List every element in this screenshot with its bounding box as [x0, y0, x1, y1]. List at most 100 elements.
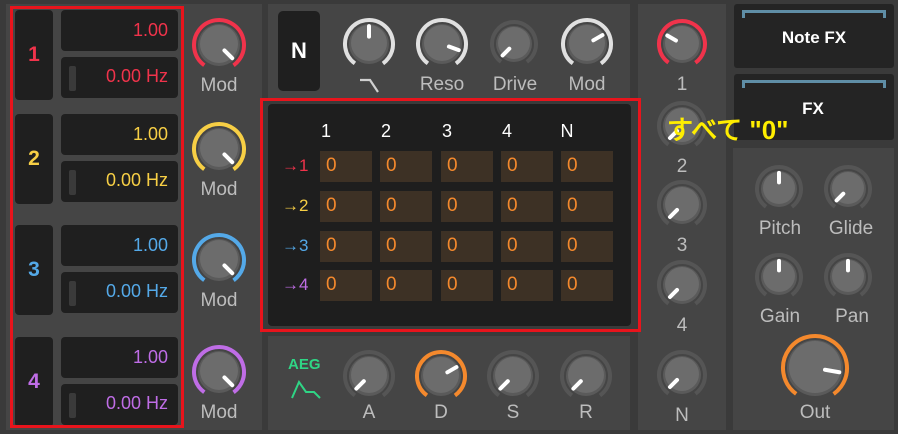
matrix-cell[interactable]: 0: [561, 231, 613, 262]
mixer-3-label: 3: [676, 235, 688, 256]
reso-knob[interactable]: [415, 17, 469, 71]
note-fx-bar: [742, 10, 886, 13]
matrix-cell[interactable]: 0: [501, 191, 553, 222]
glide-label: Glide: [828, 218, 874, 239]
freq-grip[interactable]: [69, 170, 76, 195]
osc-1-mod-knob[interactable]: [191, 17, 247, 73]
matrix-row-label: →3: [282, 236, 309, 255]
mixer-n-knob[interactable]: [656, 349, 708, 401]
freq-value: 0.00 Hz: [105, 170, 168, 190]
env-d-label: D: [434, 402, 448, 423]
env-s-knob[interactable]: [486, 349, 540, 403]
matrix-cell[interactable]: 0: [441, 191, 493, 222]
osc-3-mod-label: Mod: [200, 290, 238, 311]
mixer-3-knob[interactable]: [656, 179, 708, 231]
glide-knob[interactable]: [823, 164, 873, 214]
osc-4-frequency[interactable]: 0.00 Hz: [61, 384, 178, 425]
osc-2-number[interactable]: 2: [15, 114, 53, 204]
matrix-col-1: 1: [320, 121, 331, 141]
env-r-label: R: [579, 402, 593, 423]
freq-value: 0.00 Hz: [105, 281, 168, 301]
osc-2-level[interactable]: 1.00: [61, 114, 178, 155]
osc-4-number[interactable]: 4: [15, 337, 53, 427]
freq-value: 0.00 Hz: [105, 66, 168, 86]
gain-knob[interactable]: [754, 252, 804, 302]
matrix-cell[interactable]: 0: [501, 231, 553, 262]
osc-2-mod-label: Mod: [200, 179, 238, 200]
osc-3-frequency[interactable]: 0.00 Hz: [61, 272, 178, 313]
osc-3-level[interactable]: 1.00: [61, 225, 178, 266]
osc-1-frequency[interactable]: 0.00 Hz: [61, 57, 178, 98]
drive-knob[interactable]: [489, 19, 539, 69]
matrix-col-N: N: [560, 121, 574, 141]
matrix-cell[interactable]: 0: [380, 231, 432, 262]
env-a-knob[interactable]: [342, 349, 396, 403]
osc-4-level[interactable]: 1.00: [61, 337, 178, 378]
matrix-cell[interactable]: 0: [380, 191, 432, 222]
matrix-cell[interactable]: 0: [320, 151, 372, 182]
matrix-cell[interactable]: 0: [441, 270, 493, 301]
env-s-label: S: [506, 402, 520, 423]
matrix-cell[interactable]: 0: [380, 270, 432, 301]
note-fx-button[interactable]: Note FX: [734, 4, 894, 68]
mixer-2-label: 2: [676, 156, 688, 177]
freq-value: 0.00 Hz: [105, 393, 168, 413]
matrix-cell[interactable]: 0: [561, 151, 613, 182]
matrix-row-label: →4: [282, 275, 309, 294]
env-d-knob[interactable]: [414, 349, 468, 403]
matrix-cell[interactable]: 0: [561, 270, 613, 301]
env-a-label: A: [362, 402, 376, 423]
filter-mode-label: N: [291, 38, 307, 63]
mixer-4-knob[interactable]: [656, 259, 708, 311]
matrix-cell[interactable]: 0: [441, 151, 493, 182]
mixer-1-label: 1: [676, 74, 688, 95]
fx-label: FX: [802, 99, 824, 118]
osc-1-number[interactable]: 1: [15, 10, 53, 100]
out-knob[interactable]: [777, 330, 853, 406]
osc-4-mod-label: Mod: [200, 402, 238, 423]
env-r-knob[interactable]: [559, 349, 613, 403]
pitch-label: Pitch: [758, 218, 802, 239]
osc-2-frequency[interactable]: 0.00 Hz: [61, 161, 178, 202]
matrix-col-3: 3: [441, 121, 452, 141]
drive-label: Drive: [492, 74, 538, 95]
osc-4-mod-knob[interactable]: [191, 344, 247, 400]
freq-grip[interactable]: [69, 281, 76, 306]
envelope-shape-icon: [291, 379, 321, 399]
freq-grip[interactable]: [69, 66, 76, 91]
matrix-cell[interactable]: 0: [501, 151, 553, 182]
filter-mod-label: Mod: [568, 74, 606, 95]
fx-bar-left: [742, 80, 745, 88]
cutoff-knob[interactable]: [342, 17, 396, 71]
matrix-cell[interactable]: 0: [380, 151, 432, 182]
matrix-cell[interactable]: 0: [320, 191, 372, 222]
matrix-row-label: →1: [282, 156, 309, 175]
pan-knob[interactable]: [823, 252, 873, 302]
matrix-cell[interactable]: 0: [320, 270, 372, 301]
matrix-cell[interactable]: 0: [441, 231, 493, 262]
osc-3-mod-knob[interactable]: [191, 232, 247, 288]
pitch-knob[interactable]: [754, 164, 804, 214]
mixer-1-knob[interactable]: [656, 18, 708, 70]
osc-1-level[interactable]: 1.00: [61, 10, 178, 51]
matrix-cell[interactable]: 0: [561, 191, 613, 222]
freq-grip[interactable]: [69, 393, 76, 418]
out-label: Out: [799, 402, 831, 423]
gain-label: Gain: [759, 306, 801, 327]
note-fx-bar-left: [742, 10, 745, 18]
matrix-cell[interactable]: 0: [320, 231, 372, 262]
note-fx-bar-right: [883, 10, 886, 18]
matrix-cell[interactable]: 0: [501, 270, 553, 301]
matrix-col-4: 4: [501, 121, 512, 141]
mixer-4-label: 4: [676, 315, 688, 336]
filter-slope-icon: [360, 78, 379, 93]
filter-mod-knob[interactable]: [560, 17, 614, 71]
filter-mode-button[interactable]: N: [278, 11, 320, 91]
note-fx-label: Note FX: [781, 28, 847, 47]
annotation-text: すべて "0": [667, 115, 789, 145]
matrix-row-label: →2: [282, 196, 309, 215]
mixer-n-label: N: [675, 405, 689, 426]
pan-label: Pan: [835, 306, 869, 327]
osc-3-number[interactable]: 3: [15, 225, 53, 315]
osc-2-mod-knob[interactable]: [191, 121, 247, 177]
